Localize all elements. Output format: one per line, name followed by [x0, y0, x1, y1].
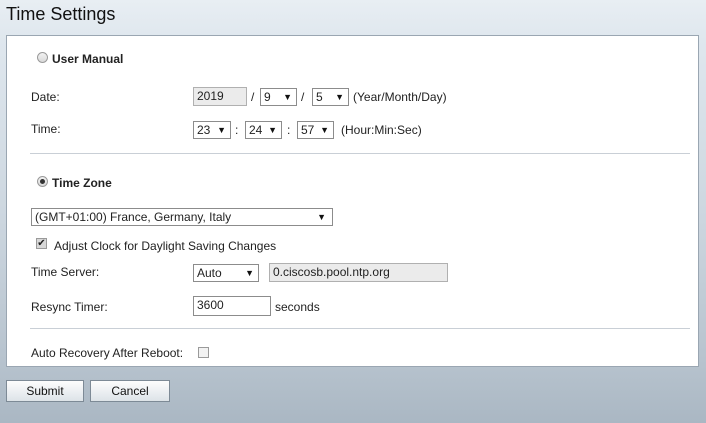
hour-select[interactable]: 23 ▼: [193, 121, 231, 139]
day-value: 5: [316, 90, 323, 104]
date-format-hint: (Year/Month/Day): [353, 90, 447, 104]
second-select[interactable]: 57 ▼: [297, 121, 334, 139]
divider: [30, 328, 690, 329]
date-separator: /: [301, 90, 305, 104]
auto-recovery-label: Auto Recovery After Reboot:: [31, 346, 184, 360]
resync-timer-label: Resync Timer:: [31, 300, 108, 314]
dst-label: Adjust Clock for Daylight Saving Changes: [54, 239, 277, 253]
time-format-hint: (Hour:Min:Sec): [341, 123, 422, 137]
time-server-address-field[interactable]: 0.ciscosb.pool.ntp.org: [269, 263, 448, 282]
time-zone-value: (GMT+01:00) France, Germany, Italy: [35, 210, 232, 224]
page-title: Time Settings: [6, 4, 116, 24]
month-value: 9: [264, 90, 271, 104]
minute-select[interactable]: 24 ▼: [245, 121, 282, 139]
time-zone-select[interactable]: (GMT+01:00) France, Germany, Italy ▼: [31, 208, 333, 226]
time-server-mode-select[interactable]: Auto ▼: [193, 264, 259, 282]
divider: [30, 153, 690, 154]
time-server-mode-value: Auto: [197, 266, 222, 280]
settings-panel: User Manual Date: 2019 / 9 ▼ / 5 ▼ (Year…: [6, 35, 699, 367]
month-select[interactable]: 9 ▼: [260, 88, 297, 106]
submit-button[interactable]: Submit: [6, 380, 84, 402]
hour-value: 23: [197, 123, 211, 137]
time-label: Time:: [31, 122, 61, 136]
time-server-label: Time Server:: [31, 265, 100, 279]
resync-timer-field[interactable]: 3600: [193, 296, 271, 316]
chevron-down-icon: ▼: [268, 125, 277, 135]
year-field[interactable]: 2019: [193, 87, 247, 106]
dst-checkbox[interactable]: ✔: [36, 238, 47, 249]
time-separator: :: [235, 123, 239, 137]
chevron-down-icon: ▼: [217, 125, 226, 135]
user-manual-radio[interactable]: [37, 52, 48, 63]
chevron-down-icon: ▼: [245, 268, 254, 278]
second-value: 57: [301, 123, 315, 137]
auto-recovery-checkbox[interactable]: [198, 347, 209, 358]
time-zone-label: Time Zone: [52, 176, 112, 190]
chevron-down-icon: ▼: [320, 125, 329, 135]
chevron-down-icon: ▼: [317, 212, 326, 222]
chevron-down-icon: ▼: [283, 92, 292, 102]
time-zone-radio[interactable]: [37, 176, 48, 187]
minute-value: 24: [249, 123, 263, 137]
day-select[interactable]: 5 ▼: [312, 88, 349, 106]
cancel-button[interactable]: Cancel: [90, 380, 170, 402]
date-separator: /: [251, 90, 255, 104]
user-manual-label: User Manual: [52, 52, 124, 66]
date-label: Date:: [31, 90, 60, 104]
resync-timer-unit: seconds: [275, 300, 320, 314]
time-separator: :: [287, 123, 291, 137]
chevron-down-icon: ▼: [335, 92, 344, 102]
